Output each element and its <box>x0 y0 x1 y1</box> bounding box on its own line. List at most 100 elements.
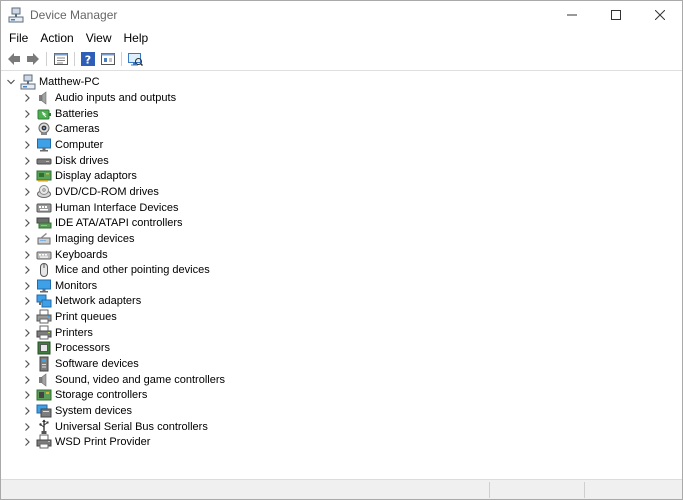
chevron-right-icon[interactable] <box>21 340 33 356</box>
display-adapter-icon <box>36 170 52 182</box>
device-manager-window: Device Manager File Action View Help ? M… <box>0 0 683 500</box>
printer-icon <box>36 434 52 449</box>
tree-category-item[interactable]: Cameras <box>21 121 100 137</box>
chevron-right-icon[interactable] <box>21 372 33 388</box>
imaging-device-icon <box>37 233 51 245</box>
tree-category-item[interactable]: Human Interface Devices <box>21 200 179 216</box>
chevron-right-icon[interactable] <box>21 106 33 122</box>
tree-category-item[interactable]: Network adapters <box>21 293 141 309</box>
menu-file[interactable]: File <box>1 28 34 48</box>
printer-icon <box>36 325 52 340</box>
tree-category-label: Display adaptors <box>55 170 137 182</box>
toolbar-separator <box>46 52 47 66</box>
chevron-right-icon[interactable] <box>21 262 33 278</box>
tree-category-label: Mice and other pointing devices <box>55 264 210 276</box>
tree-category-label: DVD/CD-ROM drives <box>55 186 159 198</box>
disk-drive-icon <box>36 158 52 165</box>
keyboard-icon <box>36 251 52 260</box>
tree-category-label: Computer <box>55 139 104 151</box>
status-bar <box>1 479 682 499</box>
tree-category-item[interactable]: Batteries <box>21 106 98 122</box>
status-divider <box>584 482 585 498</box>
close-icon <box>655 9 665 20</box>
tree-category-item[interactable]: Display adaptors <box>21 168 137 184</box>
tree-category-item[interactable]: Sound, video and game controllers <box>21 372 225 388</box>
tree-category-item[interactable]: Storage controllers <box>21 387 147 403</box>
menu-action[interactable]: Action <box>34 28 79 48</box>
tree-category-item[interactable]: Print queues <box>21 309 117 325</box>
storage-controller-icon <box>36 389 52 401</box>
chevron-down-icon[interactable] <box>5 74 17 90</box>
minimize-icon <box>567 14 577 15</box>
chevron-right-icon[interactable] <box>21 434 33 450</box>
toolbar: ? <box>1 48 682 71</box>
tree-category-item[interactable]: Mice and other pointing devices <box>21 262 210 278</box>
tree-category-item[interactable]: Universal Serial Bus controllers <box>21 419 208 435</box>
tree-category-item[interactable]: DVD/CD-ROM drives <box>21 184 159 200</box>
update-driver-icon[interactable] <box>100 51 116 67</box>
chevron-right-icon[interactable] <box>21 200 33 216</box>
chevron-right-icon[interactable] <box>21 356 33 372</box>
network-adapter-icon <box>36 294 52 308</box>
tree-category-label: Cameras <box>55 123 100 135</box>
menu-bar: File Action View Help <box>1 28 682 48</box>
tree-category-item[interactable]: Computer <box>21 137 103 153</box>
chevron-right-icon[interactable] <box>21 121 33 137</box>
tree-category-item[interactable]: Monitors <box>21 278 97 294</box>
chevron-right-icon[interactable] <box>21 293 33 309</box>
maximize-button[interactable] <box>594 1 638 28</box>
tree-category-item[interactable]: Imaging devices <box>21 231 135 247</box>
monitor-icon <box>37 138 51 152</box>
chevron-right-icon[interactable] <box>21 403 33 419</box>
optical-drive-icon <box>37 185 51 198</box>
camera-icon <box>38 122 50 135</box>
chevron-right-icon[interactable] <box>21 325 33 341</box>
chevron-right-icon[interactable] <box>21 247 33 263</box>
tree-category-label: Print queues <box>55 311 117 323</box>
tree-category-label: Disk drives <box>55 155 109 167</box>
chevron-right-icon[interactable] <box>21 215 33 231</box>
tree-category-item[interactable]: WSD Print Provider <box>21 434 150 450</box>
chevron-right-icon[interactable] <box>21 168 33 184</box>
tree-category-item[interactable]: Audio inputs and outputs <box>21 90 176 106</box>
close-button[interactable] <box>638 1 682 28</box>
chevron-right-icon[interactable] <box>21 278 33 294</box>
tree-category-label: Imaging devices <box>55 233 135 245</box>
menu-help[interactable]: Help <box>118 28 155 48</box>
title-bar[interactable]: Device Manager <box>1 1 682 28</box>
device-tree[interactable]: Matthew-PC Audio inputs and outputs Batte… <box>1 71 682 479</box>
monitor-icon <box>37 279 51 293</box>
tree-root-item[interactable]: Matthew-PC <box>5 74 100 90</box>
tree-category-label: Network adapters <box>55 295 142 307</box>
tree-category-item[interactable]: Disk drives <box>21 153 109 169</box>
tree-category-label: Batteries <box>55 108 99 120</box>
chevron-right-icon[interactable] <box>21 419 33 435</box>
scan-hardware-icon[interactable] <box>127 51 143 67</box>
minimize-button[interactable] <box>550 1 594 28</box>
back-arrow-icon[interactable] <box>6 51 22 67</box>
tree-category-item[interactable]: Software devices <box>21 356 139 372</box>
tree-root-label: Matthew-PC <box>39 76 100 88</box>
chevron-right-icon[interactable] <box>21 387 33 403</box>
window-title: Device Manager <box>30 8 118 22</box>
mouse-icon <box>40 263 48 277</box>
chevron-right-icon[interactable] <box>21 184 33 200</box>
help-icon[interactable]: ? <box>80 51 96 67</box>
menu-view[interactable]: View <box>80 28 118 48</box>
forward-arrow-icon[interactable] <box>25 51 41 67</box>
tree-category-item[interactable]: Printers <box>21 325 93 341</box>
chevron-right-icon[interactable] <box>21 231 33 247</box>
tree-category-item[interactable]: System devices <box>21 403 132 419</box>
tree-category-label: Processors <box>55 342 111 354</box>
chevron-right-icon[interactable] <box>21 90 33 106</box>
chevron-right-icon[interactable] <box>21 137 33 153</box>
tree-category-label: Monitors <box>55 280 98 292</box>
toolbar-separator <box>121 52 122 66</box>
tree-category-item[interactable]: Processors <box>21 340 110 356</box>
properties-view-icon[interactable] <box>53 51 69 67</box>
tree-category-item[interactable]: Keyboards <box>21 247 108 263</box>
tree-category-item[interactable]: IDE ATA/ATAPI controllers <box>21 215 183 231</box>
chevron-right-icon[interactable] <box>21 153 33 169</box>
chevron-right-icon[interactable] <box>21 309 33 325</box>
speaker-icon <box>39 91 47 105</box>
